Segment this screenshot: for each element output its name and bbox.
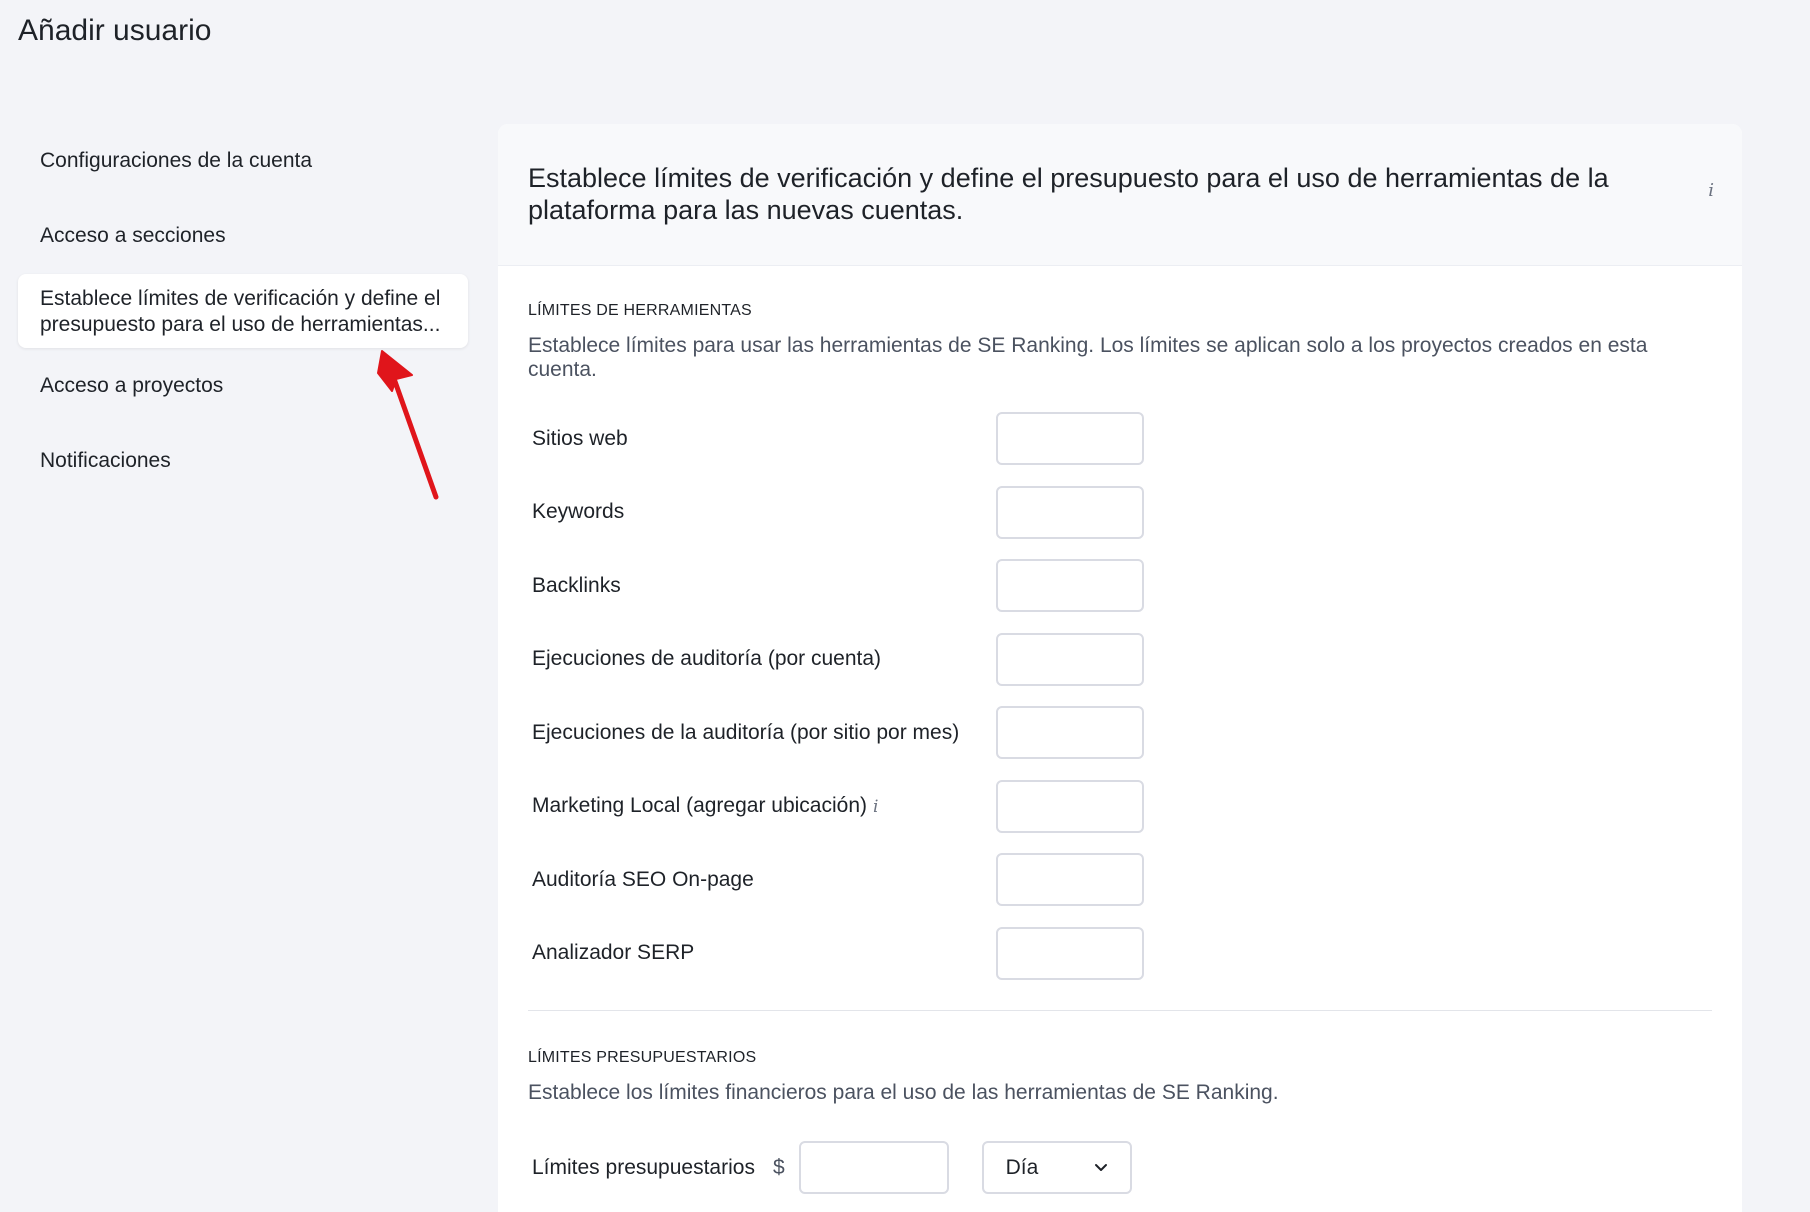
budget-limits-description: Establece los límites financieros para e… [528,1081,1279,1104]
annotation-arrow [377,350,439,500]
budget-period-select[interactable]: Día [981,1141,1132,1194]
chevron-down-icon [1094,1164,1107,1171]
local-marketing-limit-input[interactable] [996,779,1144,833]
currency-symbol: $ [772,1155,785,1179]
info-icon[interactable]: i [1708,180,1714,201]
limit-label: Auditoría SEO On-page [532,867,754,891]
limit-label: Ejecuciones de auditoría (por cuenta) [532,647,882,671]
tool-limits-description: Establece límites para usar las herramie… [528,334,1648,381]
limits-panel: Establece límites de verificación y defi… [498,124,1742,1212]
panel-heading: Establece límites de verificación y defi… [528,163,1609,225]
budget-row: Límites presupuestarios $ Día [528,1141,1712,1194]
budget-period-value: Día [1005,1155,1039,1179]
sidebar-item-notifications[interactable]: Notificaciones [18,448,193,474]
limit-row-audit-account: Ejecuciones de auditoría (por cuenta) [528,623,1712,697]
budget-label: Límites presupuestarios [532,1155,755,1179]
sidebar-item-limits[interactable]: Establece límites de verificación y defi… [18,274,468,348]
keywords-limit-input[interactable] [996,485,1144,539]
page-title: Añadir usuario [18,14,212,47]
limit-label: Sitios web [532,426,628,450]
limit-row-serp-analyzer: Analizador SERP [528,917,1712,991]
backlinks-limit-input[interactable] [996,559,1144,613]
tool-limits-section: LÍMITES DE HERRAMIENTAS Establece límite… [498,266,1742,1194]
sidebar-item-project-access[interactable]: Acceso a proyectos [18,373,245,399]
sidebar-item-section-access[interactable]: Acceso a secciones [18,223,248,249]
sidebar-item-limits-line2: presupuesto para el uso de herramientas.… [40,313,441,336]
budget-limits-title: LÍMITES PRESUPUESTARIOS [528,1049,757,1066]
onpage-audit-limit-input[interactable] [996,853,1144,907]
sidebar-item-account-settings[interactable]: Configuraciones de la cuenta [18,148,334,174]
limit-label-with-info: Marketing Local (agregar ubicación) i [528,794,996,818]
limit-label-text: Marketing Local (agregar ubicación) [532,794,868,818]
limit-row-local-marketing: Marketing Local (agregar ubicación) i [528,770,1712,844]
limit-row-backlinks: Backlinks [528,549,1712,623]
limit-label: Backlinks [532,573,621,597]
sidebar-item-limits-line1: Establece límites de verificación y defi… [40,287,441,310]
limit-label: Keywords [532,500,625,524]
limit-row-websites: Sitios web [528,402,1712,476]
limit-row-onpage-audit: Auditoría SEO On-page [528,843,1712,917]
websites-limit-input[interactable] [996,412,1144,466]
panel-header: Establece límites de verificación y defi… [498,124,1742,266]
info-icon[interactable]: i [873,797,878,817]
audit-account-limit-input[interactable] [996,632,1144,686]
budget-amount-input[interactable] [798,1141,949,1194]
limit-label: Analizador SERP [532,941,695,965]
serp-analyzer-limit-input[interactable] [996,926,1144,980]
limit-row-audit-site-month: Ejecuciones de la auditoría (por sitio p… [528,696,1712,770]
audit-site-month-limit-input[interactable] [996,706,1144,760]
tool-limits-title: LÍMITES DE HERRAMIENTAS [528,302,752,319]
limit-label: Ejecuciones de la auditoría (por sitio p… [532,720,960,744]
limit-row-keywords: Keywords [528,476,1712,550]
